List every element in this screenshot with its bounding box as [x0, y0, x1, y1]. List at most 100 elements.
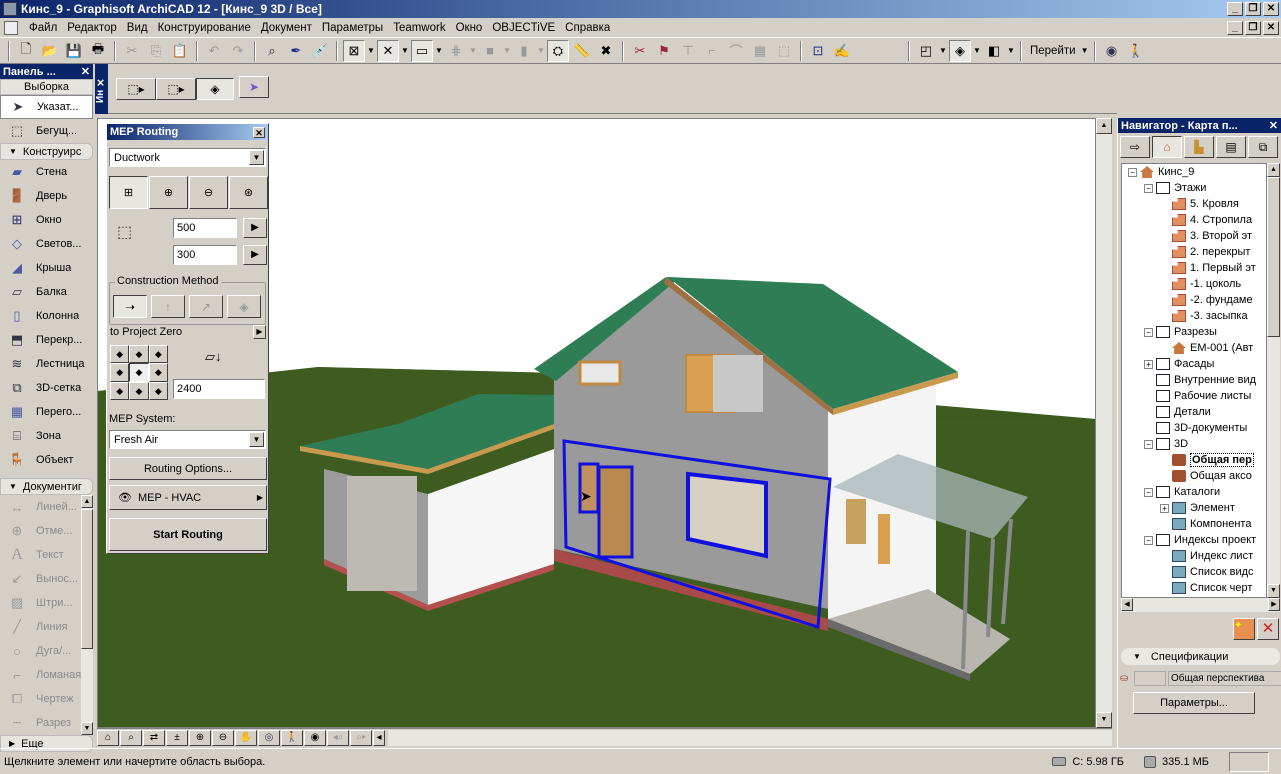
maximize-button[interactable]: ❐	[1245, 2, 1261, 16]
pan-hand-icon[interactable]: ✋	[235, 729, 257, 746]
distribute-icon[interactable]: ⬚	[773, 40, 795, 62]
tool-curtain-wall[interactable]: ▦ Перего...	[0, 400, 93, 424]
scroll-left-icon[interactable]: ◀	[1121, 598, 1133, 611]
anchor-middle-right[interactable]: ◆	[148, 363, 168, 382]
close-icon[interactable]: ✕	[1269, 119, 1278, 132]
routing-options-button[interactable]: Routing Options...	[109, 457, 267, 480]
vertical-method-button[interactable]: ↑	[151, 295, 185, 318]
tree-item[interactable]: 5. Кровля	[1122, 196, 1266, 212]
walk-icon[interactable]: 🚶	[1125, 40, 1147, 62]
next-zoom-icon[interactable]: ⌕▸	[350, 729, 372, 746]
menu-document[interactable]: Документ	[256, 22, 317, 34]
tree-item[interactable]: 3. Второй эт	[1122, 228, 1266, 244]
chevron-down-icon[interactable]: ▼	[938, 46, 948, 55]
cross-icon[interactable]: ✖	[595, 40, 617, 62]
design-group-header[interactable]: ▼ Конструирс	[0, 143, 93, 160]
chevron-down-icon[interactable]: ▼	[502, 46, 512, 55]
mep-title-bar[interactable]: MEP Routing ✕	[107, 124, 268, 140]
menu-teamwork[interactable]: Teamwork	[388, 22, 450, 34]
project-map-tree[interactable]: − Кинс_9− Этажи 5. Кровля 4. Стропила 3. Втор…	[1121, 163, 1267, 598]
eyedropper-icon[interactable]: ✒	[285, 40, 307, 62]
tree-item[interactable]: − Индексы проект	[1122, 532, 1266, 548]
open-folder-icon[interactable]: 📂	[39, 40, 61, 62]
navigator-preview-icon[interactable]: ⌂	[97, 729, 119, 746]
minimize-button[interactable]: _	[1227, 2, 1243, 16]
previous-zoom-icon[interactable]: ◂⌕	[327, 729, 349, 746]
tree-vertical-scrollbar[interactable]: ▲ ▼	[1267, 163, 1280, 598]
adjust-icon[interactable]: ⚑	[653, 40, 675, 62]
horizontal-method-button[interactable]: ➝	[113, 295, 147, 318]
tool-slab[interactable]: ⬒ Перекр...	[0, 328, 93, 352]
scroll-down-icon[interactable]: ▼	[1267, 584, 1280, 598]
save-icon[interactable]: 💾	[63, 40, 85, 62]
viewport-horizontal-scrollbar[interactable]	[388, 729, 1112, 746]
scroll-down-icon[interactable]: ▼	[1096, 712, 1112, 728]
project-map-tab[interactable]: ⌂	[1152, 136, 1182, 158]
scroll-up-icon[interactable]: ▲	[1267, 163, 1280, 177]
chevron-down-icon[interactable]: ▼	[400, 46, 410, 55]
tree-item[interactable]: Список видс	[1122, 564, 1266, 580]
view-parameters-button[interactable]: Параметры...	[1133, 692, 1255, 714]
document-group-header[interactable]: ▼ Документиг	[0, 478, 93, 495]
height-options-button[interactable]: ▶	[243, 245, 267, 265]
flexible-duct-button[interactable]: ⊛	[229, 176, 268, 209]
tool-fill[interactable]: ▨ Штри...	[0, 591, 93, 615]
tool-stair[interactable]: ≋ Лестница	[0, 352, 93, 376]
publisher-sets-tab[interactable]: ⧉	[1248, 136, 1278, 158]
tool-skylight[interactable]: ◇ Светов...	[0, 232, 93, 256]
menu-window[interactable]: Окно	[451, 22, 488, 34]
new-file-icon[interactable]: 🗋	[15, 40, 37, 62]
chevron-down-icon[interactable]: ▼	[434, 46, 444, 55]
grid-icon[interactable]: ⋕	[445, 40, 467, 62]
elevation-field[interactable]: 2400	[173, 379, 265, 399]
collapse-icon[interactable]: −	[1128, 167, 1137, 177]
menu-view[interactable]: Вид	[122, 22, 153, 34]
new-view-button[interactable]: ✦	[1233, 618, 1255, 640]
duct-height-field[interactable]: 300	[173, 245, 237, 265]
zoom-out-icon[interactable]: ⊖	[212, 729, 234, 746]
collapse-icon[interactable]: −	[1144, 327, 1153, 337]
scroll-right-icon[interactable]: ▶	[1268, 598, 1280, 611]
close-icon[interactable]: ✕	[81, 65, 90, 78]
tool-marquee[interactable]: ⬚ Бегущ...	[0, 119, 93, 143]
tree-item[interactable]: Индекс лист	[1122, 548, 1266, 564]
goto-dropdown[interactable]: Перейти	[1026, 45, 1080, 57]
syringe-icon[interactable]: 💉	[309, 40, 331, 62]
anchor-center[interactable]: ◆	[129, 363, 149, 382]
menu-help[interactable]: Справка	[560, 22, 615, 34]
3d-view-icon[interactable]: ◈	[949, 39, 971, 62]
redo-icon[interactable]: ↷	[227, 40, 249, 62]
zoom-in-icon[interactable]: ⊕	[189, 729, 211, 746]
scroll-left-icon[interactable]: ◂	[373, 729, 385, 746]
tree-item[interactable]: Общая пер	[1122, 452, 1266, 468]
specifications-header[interactable]: ▼ Спецификации	[1121, 648, 1280, 665]
tool-roof[interactable]: ◢ Крыша	[0, 256, 93, 280]
layout-book-tab[interactable]: ▤	[1216, 136, 1246, 158]
marquee-method-button[interactable]: ⬚▸	[156, 78, 196, 100]
chevron-down-icon[interactable]: ▼	[536, 46, 546, 55]
tool-zone[interactable]: ⌸ Зона	[0, 424, 93, 448]
collapse-icon[interactable]: −	[1144, 487, 1153, 497]
tree-item[interactable]: 3D-документы	[1122, 420, 1266, 436]
tree-item[interactable]: -1. цоколь	[1122, 276, 1266, 292]
anchor-bottom-center[interactable]: ◆	[129, 381, 149, 400]
menu-objective[interactable]: OBJECTiVE	[487, 22, 560, 34]
tree-item[interactable]: + Фасады	[1122, 356, 1266, 372]
tool-arrow[interactable]: ➤ Указат...	[0, 95, 93, 119]
anchor-bottom-right[interactable]: ◆	[148, 381, 168, 400]
anchor-top-center[interactable]: ◆	[129, 345, 149, 364]
anchor-middle-left[interactable]: ◆	[110, 363, 130, 382]
tree-item[interactable]: − Каталоги	[1122, 484, 1266, 500]
tool-column[interactable]: ▯ Колонна	[0, 304, 93, 328]
doc-restore-button[interactable]: ❐	[1245, 21, 1261, 35]
delete-view-button[interactable]: ✕	[1257, 618, 1279, 640]
tree-item[interactable]: 4. Стропила	[1122, 212, 1266, 228]
close-button[interactable]: ✕	[1263, 2, 1279, 16]
transform-icon[interactable]: ⊡	[807, 40, 829, 62]
tool-line[interactable]: ╱ Линия	[0, 615, 93, 639]
anchor-top-left[interactable]: ◆	[110, 345, 130, 364]
align-icon[interactable]: ▦	[749, 40, 771, 62]
tree-item[interactable]: Список черт	[1122, 580, 1266, 596]
view-map-tab[interactable]: ▙	[1184, 136, 1214, 158]
layer-icon[interactable]: ■	[479, 40, 501, 62]
